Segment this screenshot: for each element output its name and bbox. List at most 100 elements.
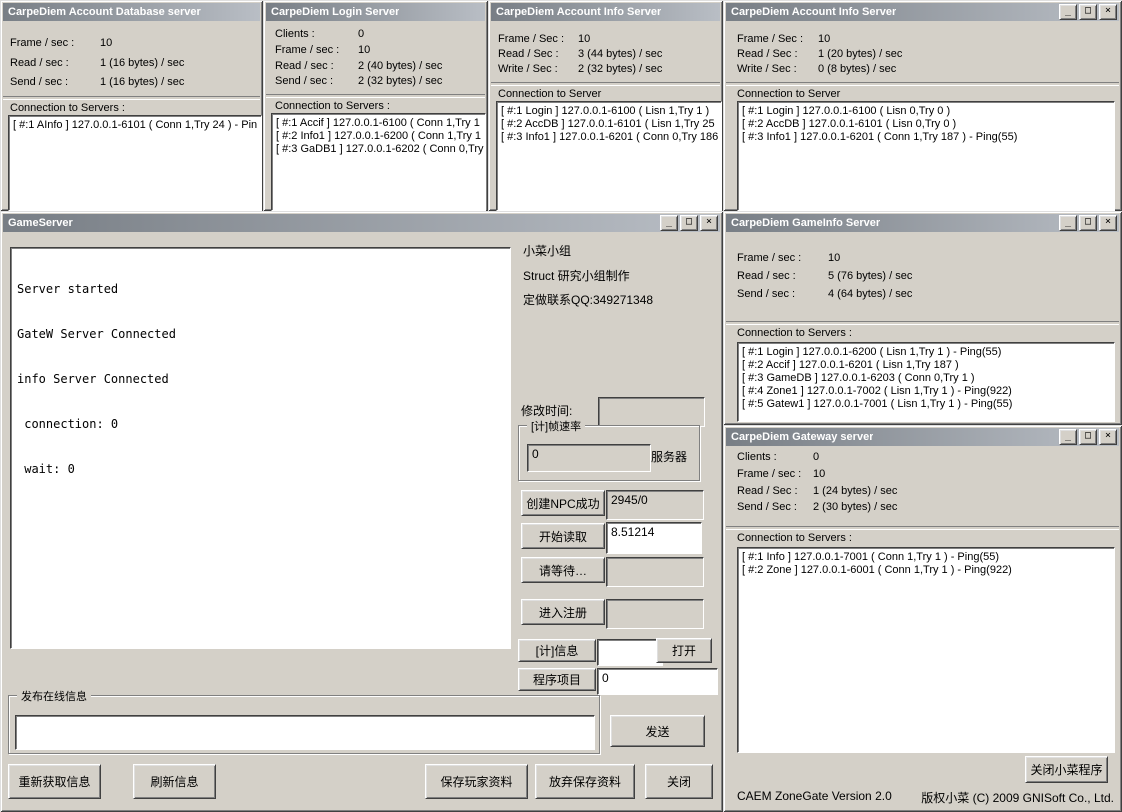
save-player-button[interactable]: 保存玩家资料 bbox=[425, 764, 528, 799]
close-icon[interactable]: × bbox=[1099, 215, 1117, 231]
close-icon[interactable]: × bbox=[1099, 429, 1117, 445]
enter-register-button[interactable]: 进入注册 bbox=[521, 599, 605, 625]
connections-listbox[interactable]: [ #:1 Info ] 127.0.0.1-7001 ( Conn 1,Try… bbox=[737, 547, 1115, 753]
game-info-titlebar[interactable]: CarpeDiem GameInfo Server _ □ × bbox=[726, 214, 1119, 232]
program-item-field[interactable]: 0 bbox=[597, 668, 718, 695]
minimize-icon[interactable]: _ bbox=[660, 215, 678, 231]
log-line: info Server Connected bbox=[17, 372, 504, 387]
gateway-titlebar[interactable]: CarpeDiem Gateway server _ □ × bbox=[726, 428, 1119, 446]
info-field[interactable] bbox=[597, 639, 663, 666]
connection-item[interactable]: [ #:1 Info ] 127.0.0.1-7001 ( Conn 1,Try… bbox=[742, 551, 1113, 564]
info-button[interactable]: [计]信息 bbox=[518, 639, 596, 662]
separator bbox=[726, 321, 1119, 325]
minimize-icon[interactable]: _ bbox=[1059, 4, 1077, 20]
connection-item[interactable]: [ #:2 AccDB ] 127.0.0.1-6101 ( Lisn 1,Tr… bbox=[501, 118, 720, 131]
modify-time-label: 修改时间: bbox=[521, 402, 572, 419]
maximize-icon[interactable]: □ bbox=[680, 215, 698, 231]
send-button[interactable]: 发送 bbox=[610, 715, 705, 747]
window-title: CarpeDiem GameInfo Server bbox=[731, 217, 880, 229]
close-icon[interactable]: × bbox=[1099, 4, 1117, 20]
connections-listbox[interactable]: [ #:1 Login ] 127.0.0.1-6100 ( Lisn 0,Tr… bbox=[737, 101, 1115, 211]
stat-label: Frame / Sec : bbox=[737, 33, 803, 45]
start-read-field[interactable]: 8.51214 bbox=[606, 522, 702, 554]
account-info-a-titlebar[interactable]: CarpeDiem Account Info Server bbox=[491, 3, 720, 21]
close-button[interactable]: 关闭 bbox=[645, 764, 713, 799]
desktop: { "colors": { "window_face": "#d4d0c8", … bbox=[0, 0, 1122, 812]
maximize-icon[interactable]: □ bbox=[1079, 429, 1097, 445]
close-app-button[interactable]: 关闭小菜程序 bbox=[1025, 756, 1108, 783]
connections-listbox[interactable]: [ #:1 AInfo ] 127.0.0.1-6101 ( Conn 1,Tr… bbox=[8, 115, 262, 211]
stat-label: Frame / sec : bbox=[275, 44, 339, 56]
publish-online-group: 发布在线信息 bbox=[8, 695, 600, 754]
publish-message-input[interactable] bbox=[15, 715, 595, 750]
create-npc-button[interactable]: 创建NPC成功 bbox=[521, 490, 605, 516]
connection-item[interactable]: [ #:4 Zone1 ] 127.0.0.1-7002 ( Lisn 1,Tr… bbox=[742, 385, 1113, 398]
please-wait-field[interactable] bbox=[606, 557, 704, 587]
log-line: wait: 0 bbox=[17, 462, 504, 477]
server-log-console[interactable]: Server started GateW Server Connected in… bbox=[10, 247, 511, 649]
connection-item[interactable]: [ #:5 Gatew1 ] 127.0.0.1-7001 ( Lisn 1,T… bbox=[742, 398, 1113, 411]
brand-line-1: 小菜小组 bbox=[523, 242, 571, 259]
stat-value: 10 bbox=[818, 33, 830, 45]
publish-online-group-label: 发布在线信息 bbox=[17, 688, 91, 704]
stat-value: 10 bbox=[100, 37, 112, 49]
refetch-info-button[interactable]: 重新获取信息 bbox=[8, 764, 101, 799]
separator bbox=[726, 526, 1119, 530]
connections-listbox[interactable]: [ #:1 Login ] 127.0.0.1-6100 ( Lisn 1,Tr… bbox=[496, 101, 722, 211]
please-wait-button[interactable]: 请等待… bbox=[521, 557, 605, 583]
connection-item[interactable]: [ #:1 Login ] 127.0.0.1-6100 ( Lisn 0,Tr… bbox=[742, 105, 1113, 118]
connection-item[interactable]: [ #:1 Accif ] 127.0.0.1-6100 ( Conn 1,Tr… bbox=[276, 117, 484, 130]
frame-rate-input[interactable]: 0 bbox=[527, 444, 651, 472]
close-icon[interactable]: × bbox=[700, 215, 718, 231]
log-line: GateW Server Connected bbox=[17, 327, 504, 342]
stat-value: 10 bbox=[358, 44, 370, 56]
account-info-b-titlebar[interactable]: CarpeDiem Account Info Server _ □ × bbox=[726, 3, 1119, 21]
connections-label: Connection to Server bbox=[498, 88, 601, 100]
stat-value: 2 (40 bytes) / sec bbox=[358, 60, 442, 72]
login-server-titlebar[interactable]: CarpeDiem Login Server bbox=[266, 3, 485, 21]
game-server-titlebar[interactable]: GameServer _ □ × bbox=[3, 214, 720, 232]
stat-value: 1 (24 bytes) / sec bbox=[813, 485, 897, 497]
window-title: CarpeDiem Account Database server bbox=[8, 6, 201, 18]
create-npc-field[interactable]: 2945/0 bbox=[606, 490, 704, 520]
open-button[interactable]: 打开 bbox=[656, 638, 712, 663]
connection-item[interactable]: [ #:2 AccDB ] 127.0.0.1-6101 ( Lisn 0,Tr… bbox=[742, 118, 1113, 131]
window-title: CarpeDiem Account Info Server bbox=[496, 6, 661, 18]
connection-item[interactable]: [ #:1 AInfo ] 127.0.0.1-6101 ( Conn 1,Tr… bbox=[13, 119, 260, 132]
account-database-titlebar[interactable]: CarpeDiem Account Database server bbox=[3, 3, 260, 21]
connection-item[interactable]: [ #:3 Info1 ] 127.0.0.1-6201 ( Conn 0,Tr… bbox=[501, 131, 720, 144]
program-item-button[interactable]: 程序项目 bbox=[518, 668, 596, 691]
enter-register-field[interactable] bbox=[606, 599, 704, 629]
stat-label: Frame / sec : bbox=[737, 252, 801, 264]
maximize-icon[interactable]: □ bbox=[1079, 215, 1097, 231]
modify-time-field[interactable] bbox=[598, 397, 705, 427]
minimize-icon[interactable]: _ bbox=[1059, 215, 1077, 231]
minimize-icon[interactable]: _ bbox=[1059, 429, 1077, 445]
connection-item[interactable]: [ #:3 GaDB1 ] 127.0.0.1-6202 ( Conn 0,Tr… bbox=[276, 143, 484, 156]
connection-item[interactable]: [ #:3 GameDB ] 127.0.0.1-6203 ( Conn 0,T… bbox=[742, 372, 1113, 385]
stat-label: Clients : bbox=[275, 28, 315, 40]
connection-item[interactable]: [ #:2 Zone ] 127.0.0.1-6001 ( Conn 1,Try… bbox=[742, 564, 1113, 577]
discard-save-button[interactable]: 放弃保存资料 bbox=[535, 764, 635, 799]
stat-value: 2 (30 bytes) / sec bbox=[813, 501, 897, 513]
separator bbox=[266, 94, 485, 98]
stat-value: 1 (16 bytes) / sec bbox=[100, 57, 184, 69]
connection-item[interactable]: [ #:1 Login ] 127.0.0.1-6100 ( Lisn 1,Tr… bbox=[501, 105, 720, 118]
connection-item[interactable]: [ #:2 Accif ] 127.0.0.1-6201 ( Lisn 1,Tr… bbox=[742, 359, 1113, 372]
stat-label: Clients : bbox=[737, 451, 777, 463]
connection-item[interactable]: [ #:1 Login ] 127.0.0.1-6200 ( Lisn 1,Tr… bbox=[742, 346, 1113, 359]
gateway-window: CarpeDiem Gateway server _ □ × Clients :… bbox=[723, 425, 1122, 812]
maximize-icon[interactable]: □ bbox=[1079, 4, 1097, 20]
refresh-info-button[interactable]: 刷新信息 bbox=[133, 764, 216, 799]
connection-item[interactable]: [ #:3 Info1 ] 127.0.0.1-6201 ( Conn 1,Tr… bbox=[742, 131, 1113, 144]
stat-value: 4 (64 bytes) / sec bbox=[828, 288, 912, 300]
connection-item[interactable]: [ #:2 Info1 ] 127.0.0.1-6200 ( Conn 1,Tr… bbox=[276, 130, 484, 143]
stat-value: 1 (16 bytes) / sec bbox=[100, 76, 184, 88]
connections-listbox[interactable]: [ #:1 Login ] 127.0.0.1-6200 ( Lisn 1,Tr… bbox=[737, 342, 1115, 422]
connections-listbox[interactable]: [ #:1 Accif ] 127.0.0.1-6100 ( Conn 1,Tr… bbox=[271, 113, 486, 211]
stat-label: Send / sec : bbox=[10, 76, 68, 88]
log-line: Server started bbox=[17, 282, 504, 297]
window-title: CarpeDiem Gateway server bbox=[731, 431, 873, 443]
connections-label: Connection to Servers : bbox=[275, 100, 390, 112]
start-read-button[interactable]: 开始读取 bbox=[521, 523, 605, 549]
